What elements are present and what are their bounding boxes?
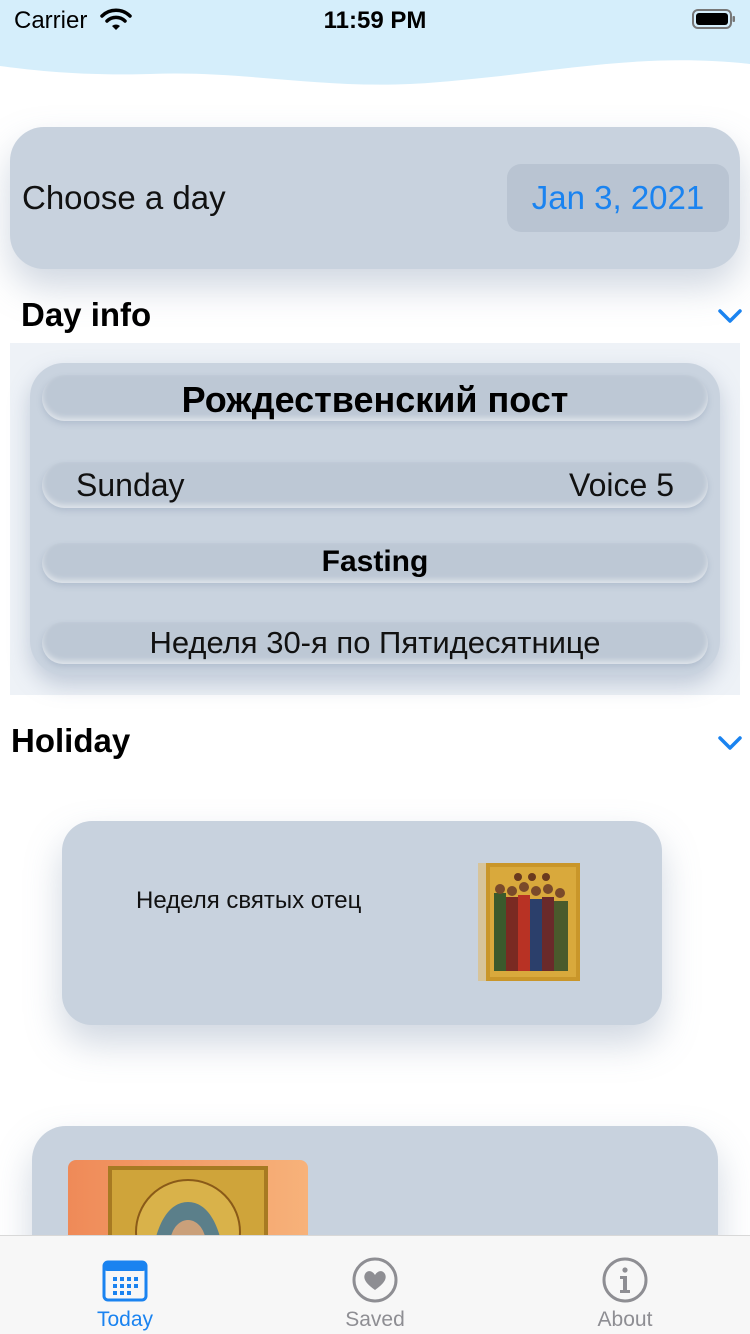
holiday-card[interactable]: Неделя святых отец — [62, 821, 662, 1025]
tab-about[interactable]: About — [500, 1236, 750, 1334]
day-info-chevron-down-icon[interactable] — [717, 307, 743, 325]
fast-name-row: Рождественский пост — [42, 375, 708, 421]
fasting-row: Fasting — [42, 543, 708, 583]
choose-day-label: Choose a day — [22, 179, 226, 216]
clock: 11:59 PM — [323, 7, 427, 34]
tab-today-label: Today — [96, 1308, 154, 1331]
weekday-label: Sunday — [76, 467, 185, 503]
fasting-label: Fasting — [321, 545, 429, 578]
holiday-title: Holiday — [11, 722, 131, 759]
voice-label: Voice 5 — [569, 467, 674, 503]
calendar-icon — [102, 1260, 148, 1302]
status-bar: Carrier 11:59 PM — [0, 0, 750, 40]
date-picker-button[interactable]: Jan 3, 2021 — [507, 164, 729, 232]
tab-today[interactable]: Today — [0, 1236, 250, 1334]
tab-about-label: About — [597, 1308, 653, 1331]
day-info-card: Рождественский пост Sunday Voice 5 Fasti… — [30, 363, 720, 675]
holiday-chevron-down-icon[interactable] — [717, 734, 743, 752]
today-screen: Carrier 11:59 PM Choose a day Jan 3, 202… — [0, 0, 750, 1334]
battery-icon — [692, 9, 735, 29]
holiday-name: Неделя святых отец — [136, 887, 362, 914]
holy-fathers-icon-image — [478, 863, 580, 981]
tab-saved-label: Saved — [345, 1308, 405, 1331]
info-icon — [602, 1257, 648, 1303]
day-info-title: Day info — [21, 296, 152, 333]
fast-name: Рождественский пост — [181, 379, 569, 420]
tab-bar: Today Saved About — [0, 1235, 750, 1334]
date-picker-card: Choose a day Jan 3, 2021 — [10, 127, 740, 269]
heart-icon — [352, 1257, 398, 1303]
weekday-voice-row: Sunday Voice 5 — [42, 462, 708, 508]
tab-saved[interactable]: Saved — [250, 1236, 500, 1334]
week-label: Неделя 30-я по Пятидесятнице — [149, 625, 601, 660]
week-row: Неделя 30-я по Пятидесятнице — [42, 622, 708, 664]
